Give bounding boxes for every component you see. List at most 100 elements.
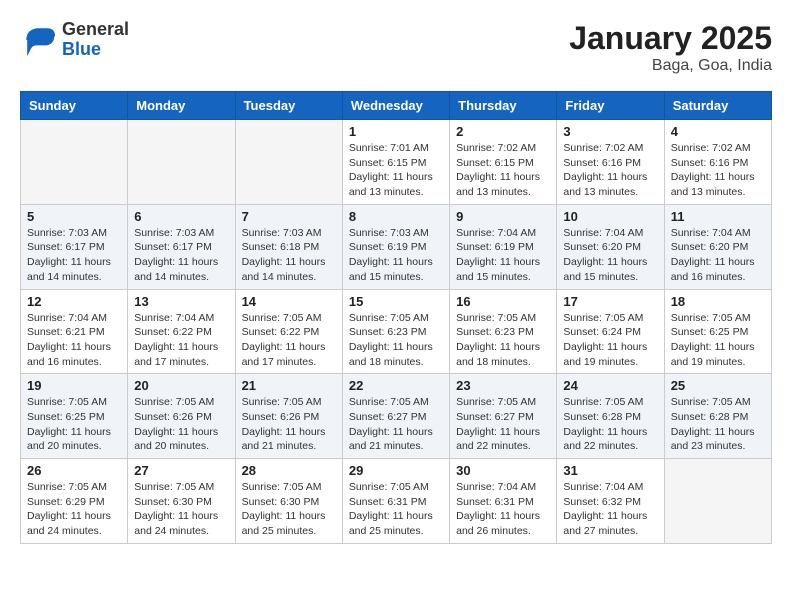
calendar-cell: 27 Sunrise: 7:05 AM Sunset: 6:30 PM Dayli…	[128, 459, 235, 544]
day-number: 24	[563, 378, 657, 393]
calendar-cell: 31 Sunrise: 7:04 AM Sunset: 6:32 PM Dayli…	[557, 459, 664, 544]
day-info: Sunrise: 7:05 AM Sunset: 6:27 PM Dayligh…	[349, 395, 443, 454]
calendar-cell: 25 Sunrise: 7:05 AM Sunset: 6:28 PM Dayli…	[664, 374, 771, 459]
day-number: 21	[242, 378, 336, 393]
calendar-cell: 5 Sunrise: 7:03 AM Sunset: 6:17 PM Daylig…	[21, 204, 128, 289]
day-info: Sunrise: 7:05 AM Sunset: 6:27 PM Dayligh…	[456, 395, 550, 454]
calendar-week-row: 1Sunrise: 7:01 AM Sunset: 6:15 PM Daylig…	[21, 120, 772, 205]
calendar-subtitle: Baga, Goa, India	[569, 57, 772, 75]
calendar-cell: 2 Sunrise: 7:02 AM Sunset: 6:15 PM Daylig…	[450, 120, 557, 205]
day-number: 2	[456, 124, 550, 139]
day-number: 22	[349, 378, 443, 393]
day-info: Sunrise: 7:05 AM Sunset: 6:26 PM Dayligh…	[242, 395, 336, 454]
day-info: Sunrise: 7:05 AM Sunset: 6:24 PM Dayligh…	[563, 311, 657, 370]
day-number: 30	[456, 463, 550, 478]
calendar-cell: 1Sunrise: 7:01 AM Sunset: 6:15 PM Daylig…	[342, 120, 449, 205]
column-header-tuesday: Tuesday	[235, 92, 342, 120]
column-header-thursday: Thursday	[450, 92, 557, 120]
calendar-cell: 13 Sunrise: 7:04 AM Sunset: 6:22 PM Dayli…	[128, 289, 235, 374]
logo: General Blue	[20, 20, 129, 60]
calendar-cell: 17Sunrise: 7:05 AM Sunset: 6:24 PM Dayli…	[557, 289, 664, 374]
day-info: Sunrise: 7:05 AM Sunset: 6:26 PM Dayligh…	[134, 395, 228, 454]
day-info: Sunrise: 7:03 AM Sunset: 6:17 PM Dayligh…	[27, 226, 121, 285]
calendar-cell: 22 Sunrise: 7:05 AM Sunset: 6:27 PM Dayli…	[342, 374, 449, 459]
calendar-cell: 14Sunrise: 7:05 AM Sunset: 6:22 PM Dayli…	[235, 289, 342, 374]
logo-icon	[20, 22, 56, 58]
day-info: Sunrise: 7:05 AM Sunset: 6:28 PM Dayligh…	[671, 395, 765, 454]
logo-blue: Blue	[62, 40, 129, 60]
day-number: 3	[563, 124, 657, 139]
day-info: Sunrise: 7:05 AM Sunset: 6:25 PM Dayligh…	[27, 395, 121, 454]
day-number: 10	[563, 209, 657, 224]
calendar-cell	[664, 459, 771, 544]
calendar-cell: 21 Sunrise: 7:05 AM Sunset: 6:26 PM Dayli…	[235, 374, 342, 459]
day-number: 9	[456, 209, 550, 224]
day-info: Sunrise: 7:04 AM Sunset: 6:19 PM Dayligh…	[456, 226, 550, 285]
column-header-friday: Friday	[557, 92, 664, 120]
calendar-title: January 2025	[569, 20, 772, 57]
page-header: General Blue January 2025 Baga, Goa, Ind…	[20, 20, 772, 75]
day-info: Sunrise: 7:04 AM Sunset: 6:21 PM Dayligh…	[27, 311, 121, 370]
day-number: 8	[349, 209, 443, 224]
column-header-wednesday: Wednesday	[342, 92, 449, 120]
column-header-saturday: Saturday	[664, 92, 771, 120]
column-header-sunday: Sunday	[21, 92, 128, 120]
calendar-cell: 20Sunrise: 7:05 AM Sunset: 6:26 PM Dayli…	[128, 374, 235, 459]
day-number: 12	[27, 294, 121, 309]
calendar-cell: 15Sunrise: 7:05 AM Sunset: 6:23 PM Dayli…	[342, 289, 449, 374]
calendar-cell	[21, 120, 128, 205]
calendar-cell: 18 Sunrise: 7:05 AM Sunset: 6:25 PM Dayli…	[664, 289, 771, 374]
calendar-week-row: 12 Sunrise: 7:04 AM Sunset: 6:21 PM Dayli…	[21, 289, 772, 374]
day-info: Sunrise: 7:04 AM Sunset: 6:32 PM Dayligh…	[563, 480, 657, 539]
day-info: Sunrise: 7:03 AM Sunset: 6:18 PM Dayligh…	[242, 226, 336, 285]
day-number: 29	[349, 463, 443, 478]
calendar-header-row: SundayMondayTuesdayWednesdayThursdayFrid…	[21, 92, 772, 120]
day-number: 4	[671, 124, 765, 139]
calendar-cell: 29 Sunrise: 7:05 AM Sunset: 6:31 PM Dayli…	[342, 459, 449, 544]
day-number: 31	[563, 463, 657, 478]
day-info: Sunrise: 7:05 AM Sunset: 6:31 PM Dayligh…	[349, 480, 443, 539]
day-info: Sunrise: 7:05 AM Sunset: 6:25 PM Dayligh…	[671, 311, 765, 370]
calendar-cell: 26Sunrise: 7:05 AM Sunset: 6:29 PM Dayli…	[21, 459, 128, 544]
day-info: Sunrise: 7:05 AM Sunset: 6:23 PM Dayligh…	[349, 311, 443, 370]
day-info: Sunrise: 7:03 AM Sunset: 6:19 PM Dayligh…	[349, 226, 443, 285]
calendar-cell: 28Sunrise: 7:05 AM Sunset: 6:30 PM Dayli…	[235, 459, 342, 544]
day-info: Sunrise: 7:04 AM Sunset: 6:31 PM Dayligh…	[456, 480, 550, 539]
day-info: Sunrise: 7:05 AM Sunset: 6:22 PM Dayligh…	[242, 311, 336, 370]
day-info: Sunrise: 7:05 AM Sunset: 6:23 PM Dayligh…	[456, 311, 550, 370]
calendar-cell: 11 Sunrise: 7:04 AM Sunset: 6:20 PM Dayli…	[664, 204, 771, 289]
title-block: January 2025 Baga, Goa, India	[569, 20, 772, 75]
calendar-cell: 4Sunrise: 7:02 AM Sunset: 6:16 PM Daylig…	[664, 120, 771, 205]
day-info: Sunrise: 7:04 AM Sunset: 6:20 PM Dayligh…	[671, 226, 765, 285]
day-info: Sunrise: 7:04 AM Sunset: 6:20 PM Dayligh…	[563, 226, 657, 285]
day-info: Sunrise: 7:05 AM Sunset: 6:29 PM Dayligh…	[27, 480, 121, 539]
day-number: 11	[671, 209, 765, 224]
calendar-cell: 6 Sunrise: 7:03 AM Sunset: 6:17 PM Daylig…	[128, 204, 235, 289]
day-number: 19	[27, 378, 121, 393]
day-info: Sunrise: 7:03 AM Sunset: 6:17 PM Dayligh…	[134, 226, 228, 285]
calendar-cell: 30 Sunrise: 7:04 AM Sunset: 6:31 PM Dayli…	[450, 459, 557, 544]
logo-general: General	[62, 20, 129, 40]
day-info: Sunrise: 7:04 AM Sunset: 6:22 PM Dayligh…	[134, 311, 228, 370]
calendar-cell: 12 Sunrise: 7:04 AM Sunset: 6:21 PM Dayli…	[21, 289, 128, 374]
calendar-cell: 8 Sunrise: 7:03 AM Sunset: 6:19 PM Daylig…	[342, 204, 449, 289]
day-number: 16	[456, 294, 550, 309]
day-info: Sunrise: 7:01 AM Sunset: 6:15 PM Dayligh…	[349, 141, 443, 200]
day-info: Sunrise: 7:02 AM Sunset: 6:15 PM Dayligh…	[456, 141, 550, 200]
calendar-cell: 9 Sunrise: 7:04 AM Sunset: 6:19 PM Daylig…	[450, 204, 557, 289]
day-number: 13	[134, 294, 228, 309]
calendar-week-row: 26Sunrise: 7:05 AM Sunset: 6:29 PM Dayli…	[21, 459, 772, 544]
day-info: Sunrise: 7:05 AM Sunset: 6:30 PM Dayligh…	[134, 480, 228, 539]
day-number: 25	[671, 378, 765, 393]
day-number: 5	[27, 209, 121, 224]
day-number: 6	[134, 209, 228, 224]
day-number: 18	[671, 294, 765, 309]
calendar-cell	[128, 120, 235, 205]
day-number: 7	[242, 209, 336, 224]
calendar-cell: 23Sunrise: 7:05 AM Sunset: 6:27 PM Dayli…	[450, 374, 557, 459]
column-header-monday: Monday	[128, 92, 235, 120]
day-number: 28	[242, 463, 336, 478]
day-number: 27	[134, 463, 228, 478]
calendar-cell	[235, 120, 342, 205]
day-info: Sunrise: 7:02 AM Sunset: 6:16 PM Dayligh…	[563, 141, 657, 200]
